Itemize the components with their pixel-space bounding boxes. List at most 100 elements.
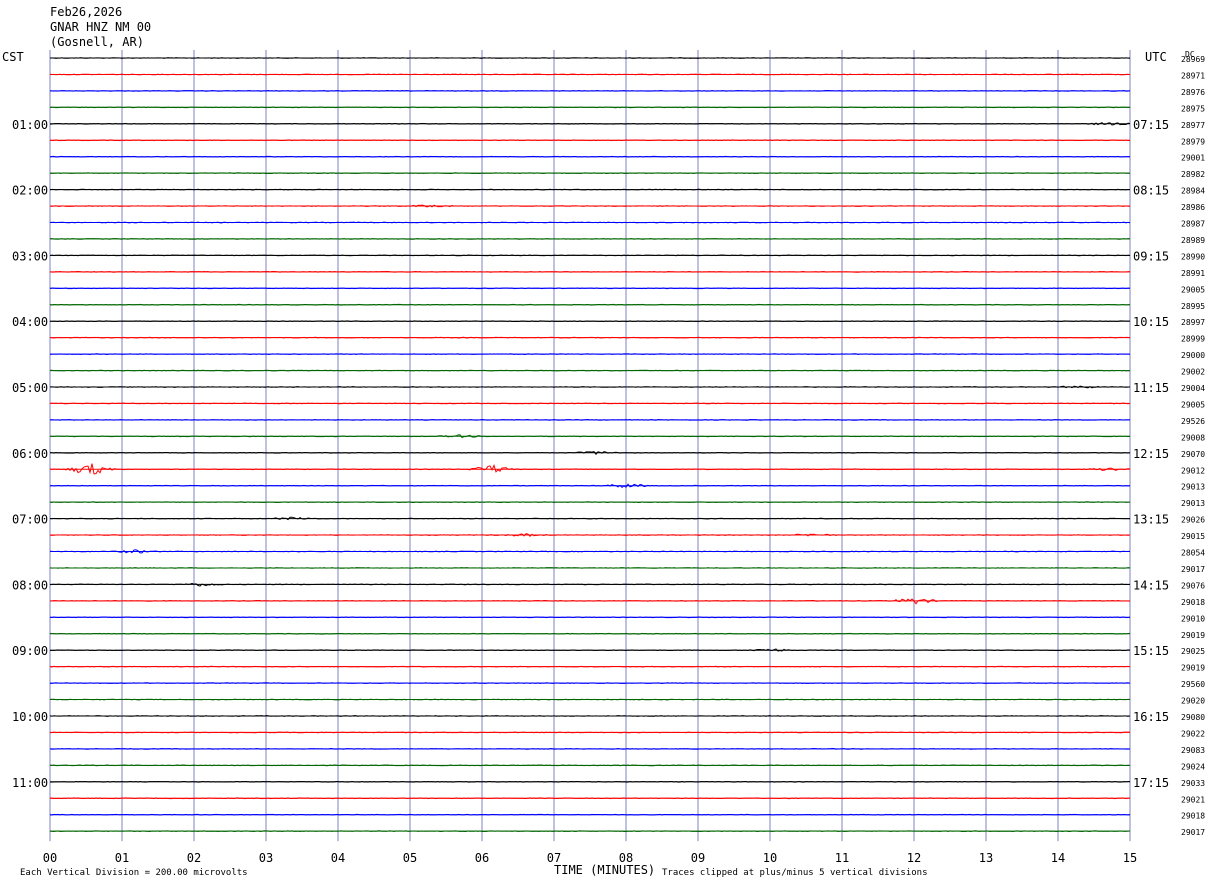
left-time-label: 07:00 xyxy=(12,513,48,527)
right-time-label: 15:15 xyxy=(1133,644,1169,658)
trace-signal-46 xyxy=(49,813,1131,816)
dc-value: 29026 xyxy=(1181,516,1205,525)
trace-signal-9 xyxy=(49,204,1130,208)
left-time-label: 02:00 xyxy=(12,184,48,198)
x-tick-label: 13 xyxy=(979,851,993,865)
dc-value: 28987 xyxy=(1181,220,1205,229)
dc-value: 29019 xyxy=(1181,631,1205,640)
dc-value: 28984 xyxy=(1181,187,1205,196)
left-time-label: 04:00 xyxy=(12,315,48,329)
right-time-label: 07:15 xyxy=(1133,118,1169,132)
left-time-label: 06:00 xyxy=(12,447,48,461)
left-zone-label: CST xyxy=(2,50,24,64)
trace-signal-40 xyxy=(49,715,1131,717)
left-time-label: 11:00 xyxy=(12,776,48,790)
trace-signal-20 xyxy=(49,385,1131,389)
trace-signal-23 xyxy=(49,434,1131,439)
dc-value: 28986 xyxy=(1181,203,1205,212)
dc-value: 29013 xyxy=(1181,483,1205,492)
trace-signal-29 xyxy=(49,533,1131,538)
right-time-label: 14:15 xyxy=(1133,578,1169,592)
dc-value: 29010 xyxy=(1181,614,1205,623)
dc-value: 29013 xyxy=(1181,499,1205,508)
dc-value: 29025 xyxy=(1181,647,1205,656)
dc-value: 28976 xyxy=(1181,88,1205,97)
right-zone-label: UTC xyxy=(1145,50,1167,64)
trace-signal-26 xyxy=(49,483,1131,489)
dc-value: 28975 xyxy=(1181,104,1205,113)
helicorder-chart: Feb26,2026 GNAR HNZ NM 00 (Gosnell, AR) … xyxy=(2,5,1205,878)
dc-value: 28997 xyxy=(1181,318,1205,327)
dc-value: 29018 xyxy=(1181,598,1205,607)
x-tick-label: 05 xyxy=(403,851,417,865)
trace-signal-12 xyxy=(49,254,1131,257)
dc-value: 29017 xyxy=(1181,828,1205,837)
dc-value: 29560 xyxy=(1181,680,1205,689)
dc-value: 29526 xyxy=(1181,417,1205,426)
x-tick-label: 01 xyxy=(115,851,129,865)
trace-signal-47 xyxy=(49,830,1131,833)
right-time-label: 08:15 xyxy=(1133,184,1169,198)
left-time-label: 01:00 xyxy=(12,118,48,132)
dc-value: 29017 xyxy=(1181,565,1205,574)
dc-value: 29008 xyxy=(1181,433,1205,442)
dc-value: 29020 xyxy=(1181,697,1205,706)
dc-value: 29015 xyxy=(1181,532,1205,541)
x-tick-label: 09 xyxy=(691,851,705,865)
x-tick-label: 15 xyxy=(1123,851,1137,865)
dc-value: 28995 xyxy=(1181,302,1205,311)
dc-value: 29018 xyxy=(1181,812,1205,821)
dc-offset-labels: 28969 28971 28976 28975 28977 28979 29001 28982… xyxy=(1181,55,1205,837)
dc-value: 28991 xyxy=(1181,269,1205,278)
trace-signal-4 xyxy=(49,122,1131,126)
x-tick-label: 11 xyxy=(835,851,849,865)
dc-value: 29083 xyxy=(1181,746,1205,755)
x-tick-label: 02 xyxy=(187,851,201,865)
left-time-label: 09:00 xyxy=(12,644,48,658)
header-station: GNAR HNZ NM 00 xyxy=(50,20,151,34)
trace-signal-1 xyxy=(49,73,1131,76)
right-time-label: 10:15 xyxy=(1133,315,1169,329)
trace-signal-30 xyxy=(49,549,1131,554)
header-location: (Gosnell, AR) xyxy=(50,35,144,49)
trace-signal-44 xyxy=(49,780,1131,783)
x-tick-label: 03 xyxy=(259,851,273,865)
dc-value: 28979 xyxy=(1181,137,1205,146)
dc-value: 29004 xyxy=(1181,384,1205,393)
dc-value: 29033 xyxy=(1181,779,1205,788)
trace-signal-25 xyxy=(49,463,1131,475)
dc-value: 28054 xyxy=(1181,549,1205,558)
trace-signal-35 xyxy=(49,632,1131,635)
header-date: Feb26,2026 xyxy=(50,5,122,19)
dc-value: 28989 xyxy=(1181,236,1205,245)
dc-value: 28990 xyxy=(1181,252,1205,261)
right-time-label: 17:15 xyxy=(1133,776,1169,790)
dc-value: 28982 xyxy=(1181,170,1205,179)
dc-value: 29076 xyxy=(1181,581,1205,590)
scale-note: Each Vertical Division = 200.00 microvol… xyxy=(20,868,248,878)
right-time-label: 11:15 xyxy=(1133,381,1169,395)
x-tick-label: 06 xyxy=(475,851,489,865)
right-time-label: 09:15 xyxy=(1133,249,1169,263)
left-time-label: 05:00 xyxy=(12,381,48,395)
x-tick-label: 10 xyxy=(763,851,777,865)
trace-signal-41 xyxy=(49,731,1130,734)
left-time-label: 03:00 xyxy=(12,249,48,263)
dc-value: 29005 xyxy=(1181,285,1205,294)
trace-signal-36 xyxy=(49,648,1131,652)
right-time-label: 13:15 xyxy=(1133,513,1169,527)
trace-signal-22 xyxy=(49,419,1131,421)
x-tick-label: 04 xyxy=(331,851,345,865)
trace-signal-31 xyxy=(49,567,1131,569)
dc-value: 29019 xyxy=(1181,664,1205,673)
x-axis-title: TIME (MINUTES) xyxy=(554,863,655,877)
trace-signal-18 xyxy=(49,353,1131,355)
right-time-label: 12:15 xyxy=(1133,447,1169,461)
trace-signal-11 xyxy=(49,238,1131,240)
dc-value: 29002 xyxy=(1181,368,1205,377)
left-time-labels: 01:00 02:00 03:00 04:00 05:00 06:00 07:00 08:00… xyxy=(12,118,48,790)
dc-value: 29005 xyxy=(1181,400,1205,409)
vertical-gridlines xyxy=(49,50,1131,842)
dc-value: 28971 xyxy=(1181,72,1205,81)
x-tick-label: 00 xyxy=(43,851,57,865)
